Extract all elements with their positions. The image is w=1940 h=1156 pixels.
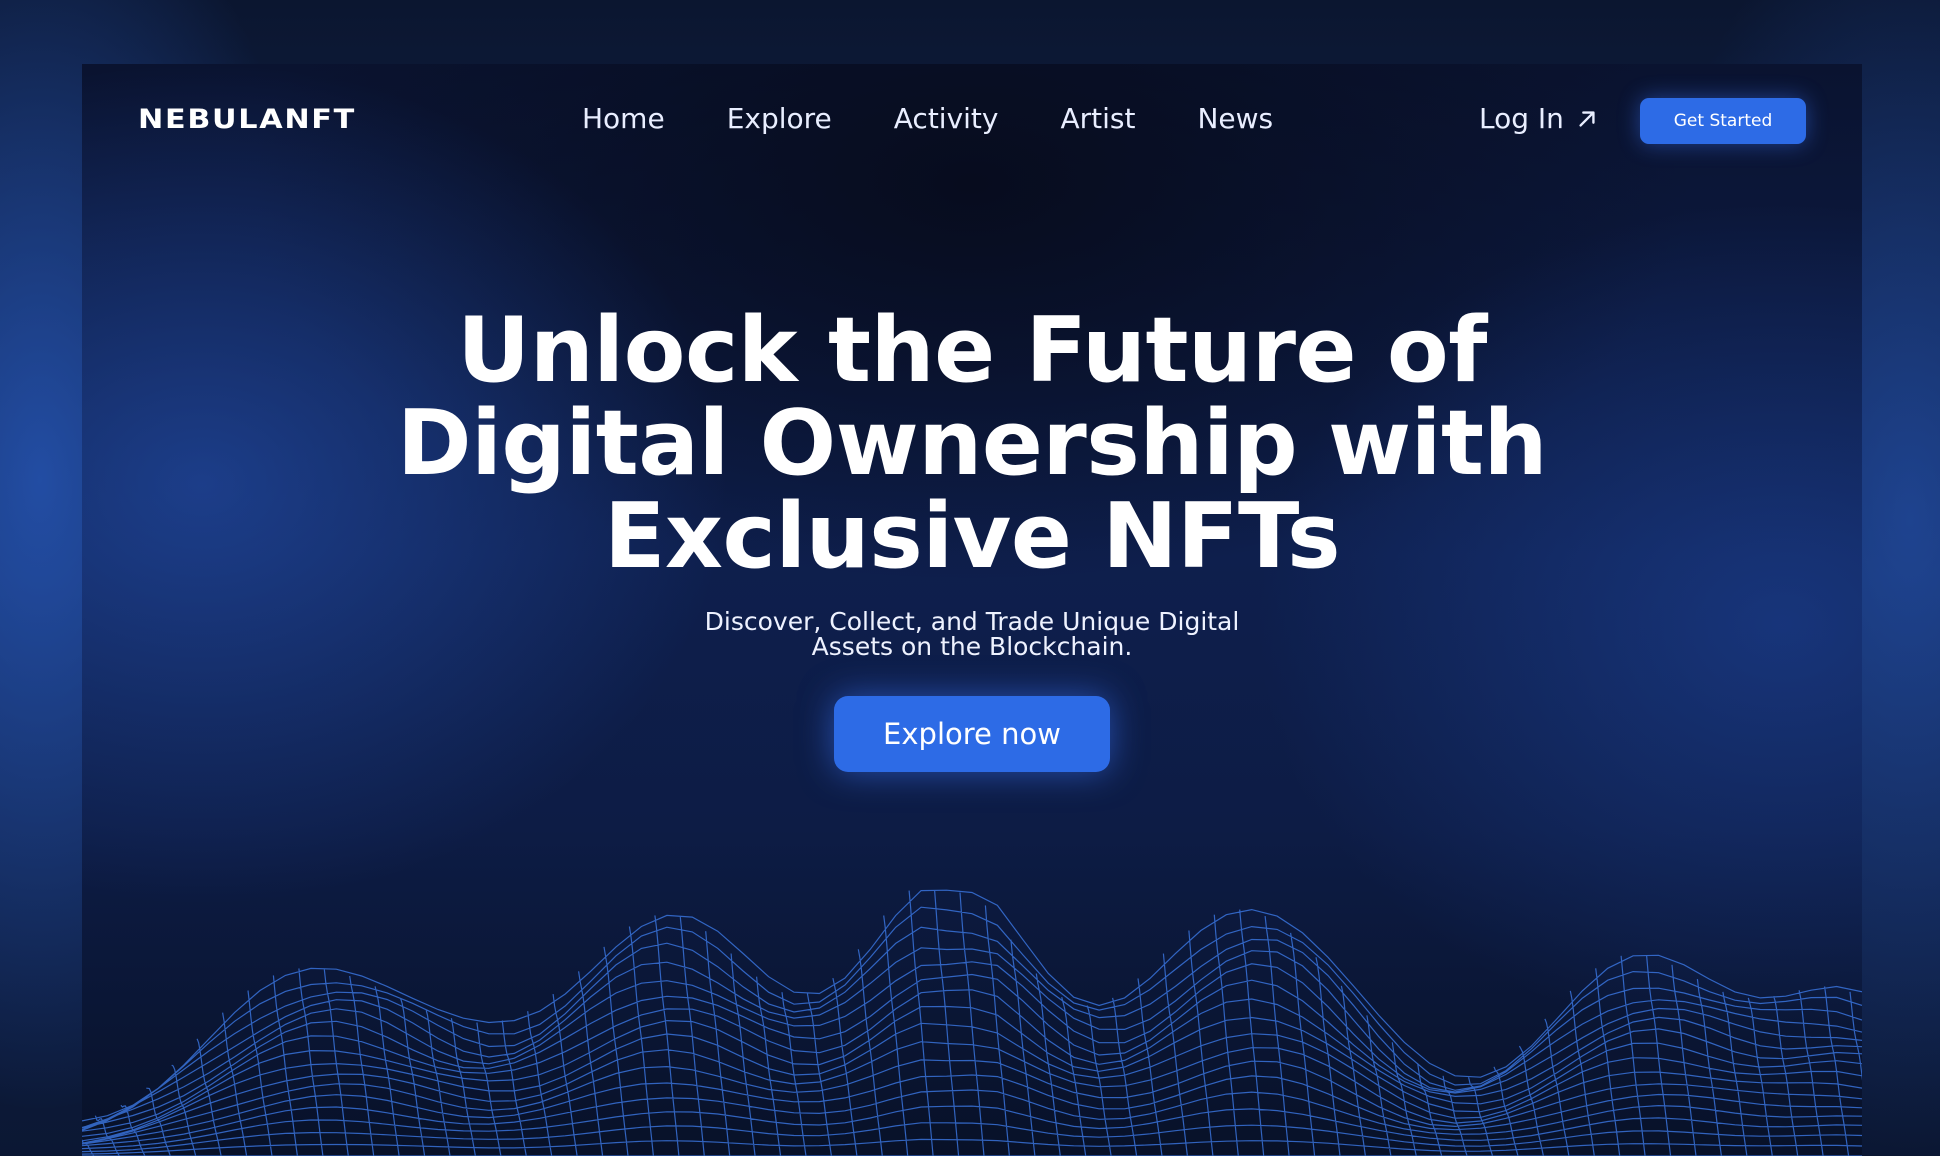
nav-item-activity[interactable]: Activity — [894, 102, 999, 135]
subtitle-line: Assets on the Blockchain. — [811, 632, 1133, 661]
subtitle-line: Discover, Collect, and Trade Unique Digi… — [704, 607, 1240, 636]
headline-line: Exclusive NFTs — [603, 484, 1341, 589]
arrow-up-right-icon — [1579, 110, 1595, 127]
wireframe-terrain-graphic — [82, 889, 1862, 1156]
hero-subtitle: Discover, Collect, and Trade Unique Digi… — [82, 609, 1862, 659]
nav-item-artist[interactable]: Artist — [1060, 102, 1135, 135]
nav-item-home[interactable]: Home — [582, 102, 665, 135]
headline-line: Digital Ownership with — [396, 391, 1548, 496]
hero-headline: Unlock the Future of Digital Ownership w… — [82, 304, 1862, 583]
nav-item-news[interactable]: News — [1197, 102, 1273, 135]
login-link[interactable]: Log In — [1479, 102, 1598, 135]
explore-now-button[interactable]: Explore now — [834, 696, 1110, 772]
navbar: NEBULANFT Home Explore Activity Artist N… — [82, 64, 1862, 176]
brand-logo[interactable]: NEBULANFT — [138, 104, 356, 135]
terrain-mesh-lines — [82, 889, 1862, 1156]
hero-section: Unlock the Future of Digital Ownership w… — [82, 304, 1862, 772]
page-frame: NEBULANFT Home Explore Activity Artist N… — [82, 64, 1862, 1156]
headline-line: Unlock the Future of — [457, 298, 1487, 403]
nav-item-explore[interactable]: Explore — [727, 102, 832, 135]
nav-menu: Home Explore Activity Artist News — [582, 102, 1273, 135]
login-label: Log In — [1479, 102, 1564, 135]
get-started-button[interactable]: Get Started — [1640, 98, 1806, 144]
